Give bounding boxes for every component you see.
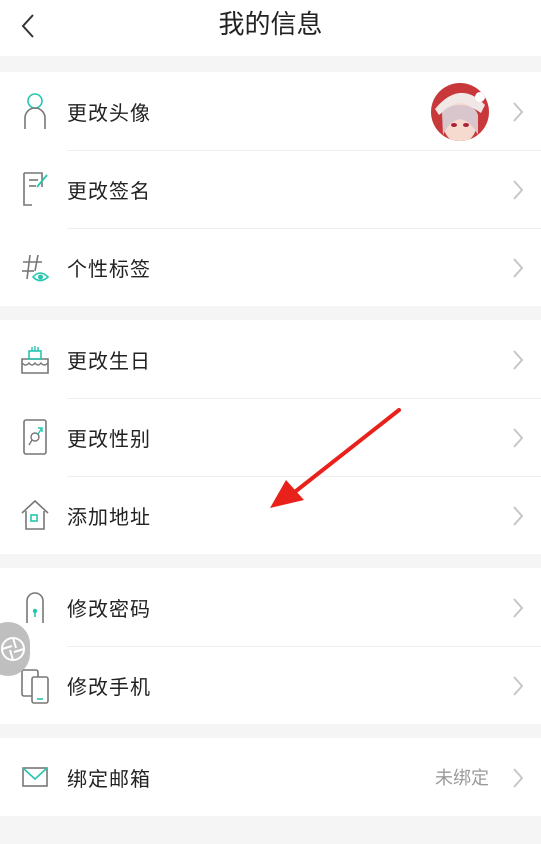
signature-icon [18,168,52,210]
change-birthday-label: 更改生日 [67,348,151,373]
change-password-row[interactable]: 修改密码 [0,568,541,646]
birthday-cake-icon [18,338,52,380]
top-bar: 我的信息 [0,0,541,56]
hashtag-icon [18,246,52,288]
change-signature-row[interactable]: 更改签名 [0,150,541,228]
house-icon [18,494,52,536]
change-signature-label: 更改签名 [67,178,151,203]
avatar[interactable] [431,83,489,141]
settings-group-security: 修改密码 修改手机 [0,568,541,724]
chevron-right-icon [513,258,524,278]
envelope-icon [18,756,52,798]
settings-group-email: 绑定邮箱 未绑定 [0,738,541,816]
bind-email-row[interactable]: 绑定邮箱 未绑定 [0,738,541,816]
user-icon [18,90,52,132]
aperture-icon [1,637,25,661]
change-gender-label: 更改性别 [67,426,151,451]
chevron-right-icon [513,768,524,788]
phone-icon [18,664,52,706]
lock-icon [18,586,52,628]
page-title: 我的信息 [218,10,323,40]
add-address-label: 添加地址 [67,504,151,529]
settings-group-profile: 更改头像 更改签名 个性标签 [0,72,541,306]
change-avatar-row[interactable]: 更改头像 [0,72,541,150]
chevron-right-icon [513,350,524,370]
settings-group-personal: 更改生日 更改性别 添加地址 [0,320,541,554]
personal-tags-label: 个性标签 [67,256,151,281]
chevron-right-icon [513,598,524,618]
chevron-right-icon [513,506,524,526]
chevron-right-icon [513,180,524,200]
personal-tags-row[interactable]: 个性标签 [0,228,541,306]
bind-email-label: 绑定邮箱 [67,766,151,791]
change-avatar-label: 更改头像 [67,100,151,125]
gender-icon [18,416,52,458]
chevron-right-icon [513,676,524,696]
email-status: 未绑定 [435,768,489,789]
change-phone-row[interactable]: 修改手机 [0,646,541,724]
chevron-right-icon [513,428,524,448]
change-phone-label: 修改手机 [67,674,151,699]
chevron-right-icon [513,102,524,122]
change-password-label: 修改密码 [67,596,151,621]
change-birthday-row[interactable]: 更改生日 [0,320,541,398]
add-address-row[interactable]: 添加地址 [0,476,541,554]
change-gender-row[interactable]: 更改性别 [0,398,541,476]
